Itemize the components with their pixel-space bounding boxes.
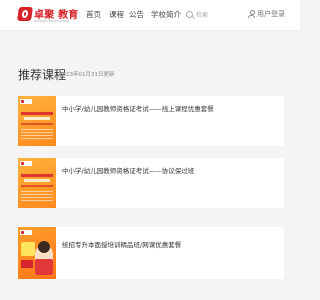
thumbnail-brand-logo bbox=[20, 99, 32, 104]
search-button[interactable]: 检索 bbox=[186, 9, 216, 21]
course-thumbnail[interactable] bbox=[18, 227, 56, 279]
user-login-button[interactable]: 用户登录 bbox=[248, 9, 285, 21]
nav-item-notices[interactable]: 公告 bbox=[129, 9, 144, 20]
thumbnail-banner bbox=[24, 179, 50, 182]
logo-subtitle: ZHUOJU EDUCATION bbox=[34, 19, 70, 23]
site-logo[interactable]: 卓聚 教育 ZHUOJU EDUCATION bbox=[17, 6, 78, 26]
course-title[interactable]: 中小学/幼儿园教师资格证考试——线上课程优惠套餐 bbox=[62, 103, 214, 113]
course-card[interactable]: 统招专升本面授培训精品班/网课优惠套餐 bbox=[18, 227, 284, 279]
search-icon bbox=[186, 11, 193, 18]
thumbnail-brand-logo bbox=[20, 161, 32, 166]
course-card[interactable]: 中小学/幼儿园教师资格证考试——协议保过班 bbox=[18, 158, 284, 208]
login-label: 用户登录 bbox=[257, 10, 285, 18]
course-thumbnail[interactable] bbox=[18, 158, 56, 208]
search-label: 检索 bbox=[196, 12, 209, 19]
thumbnail-person-image bbox=[35, 241, 53, 275]
thumbnail-banner bbox=[21, 174, 53, 177]
section-updated-date: 2023年01月31日更新 bbox=[59, 72, 115, 78]
thumbnail-banner bbox=[21, 112, 53, 115]
nav-item-courses[interactable]: 课程 bbox=[109, 9, 124, 20]
thumbnail-badge bbox=[21, 242, 35, 256]
course-thumbnail[interactable] bbox=[18, 96, 56, 146]
thumbnail-banner bbox=[21, 123, 53, 125]
thumbnail-banner bbox=[24, 117, 50, 120]
course-title[interactable]: 中小学/幼儿园教师资格证考试——协议保过班 bbox=[62, 165, 194, 175]
thumbnail-banner bbox=[21, 185, 53, 187]
top-navbar: 卓聚 教育 ZHUOJU EDUCATION 首页 课程 公告 学校简介 检索 … bbox=[0, 0, 300, 31]
thumbnail-brand-logo bbox=[20, 230, 32, 235]
thumbnail-text-lines bbox=[21, 191, 53, 201]
thumbnail-badge bbox=[21, 260, 33, 268]
nav-item-home[interactable]: 首页 bbox=[86, 9, 101, 20]
course-title[interactable]: 统招专升本面授培训精品班/网课优惠套餐 bbox=[62, 239, 181, 249]
thumbnail-text-lines bbox=[21, 129, 53, 139]
logo-mark-icon bbox=[17, 7, 33, 21]
nav-item-school-intro[interactable]: 学校简介 bbox=[151, 9, 181, 20]
user-icon bbox=[248, 10, 255, 18]
recommended-courses-header: 推荐课程 2023年01月31日更新 bbox=[18, 66, 288, 86]
course-card[interactable]: 中小学/幼儿园教师资格证考试——线上课程优惠套餐 bbox=[18, 96, 284, 146]
